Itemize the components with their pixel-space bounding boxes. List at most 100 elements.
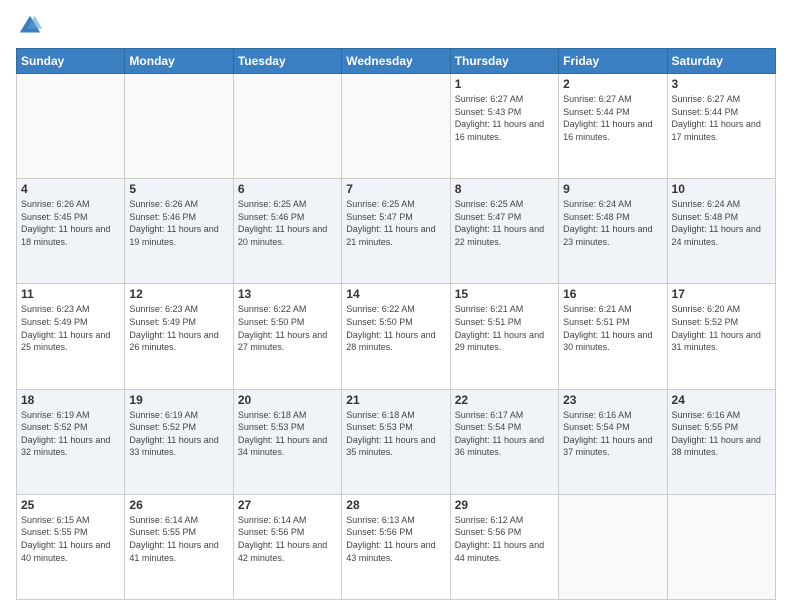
day-number: 8 bbox=[455, 182, 554, 196]
day-info: Sunrise: 6:18 AM Sunset: 5:53 PM Dayligh… bbox=[346, 409, 445, 459]
day-number: 28 bbox=[346, 498, 445, 512]
day-info: Sunrise: 6:23 AM Sunset: 5:49 PM Dayligh… bbox=[129, 303, 228, 353]
calendar-cell: 4 Sunrise: 6:26 AM Sunset: 5:45 PM Daylig… bbox=[17, 179, 125, 284]
calendar-cell: 21 Sunrise: 6:18 AM Sunset: 5:53 PM Dayli… bbox=[342, 389, 450, 494]
day-info: Sunrise: 6:20 AM Sunset: 5:52 PM Dayligh… bbox=[672, 303, 771, 353]
header-row: Sunday Monday Tuesday Wednesday Thursday… bbox=[17, 49, 776, 74]
calendar-header: Sunday Monday Tuesday Wednesday Thursday… bbox=[17, 49, 776, 74]
day-number: 16 bbox=[563, 287, 662, 301]
col-sunday: Sunday bbox=[17, 49, 125, 74]
day-info: Sunrise: 6:25 AM Sunset: 5:47 PM Dayligh… bbox=[346, 198, 445, 248]
day-number: 9 bbox=[563, 182, 662, 196]
day-info: Sunrise: 6:27 AM Sunset: 5:44 PM Dayligh… bbox=[672, 93, 771, 143]
day-number: 29 bbox=[455, 498, 554, 512]
calendar-cell: 6 Sunrise: 6:25 AM Sunset: 5:46 PM Daylig… bbox=[233, 179, 341, 284]
page: Sunday Monday Tuesday Wednesday Thursday… bbox=[0, 0, 792, 612]
day-info: Sunrise: 6:19 AM Sunset: 5:52 PM Dayligh… bbox=[129, 409, 228, 459]
col-saturday: Saturday bbox=[667, 49, 775, 74]
logo bbox=[16, 12, 48, 40]
calendar-cell: 19Sunrise: 6:19 AM Sunset: 5:52 PM Dayli… bbox=[125, 389, 233, 494]
day-info: Sunrise: 6:16 AM Sunset: 5:54 PM Dayligh… bbox=[563, 409, 662, 459]
day-info: Sunrise: 6:12 AM Sunset: 5:56 PM Dayligh… bbox=[455, 514, 554, 564]
calendar-cell: 16 Sunrise: 6:21 AM Sunset: 5:51 PM Dayli… bbox=[559, 284, 667, 389]
day-number: 7 bbox=[346, 182, 445, 196]
calendar-cell bbox=[233, 74, 341, 179]
calendar-cell: 9 Sunrise: 6:24 AM Sunset: 5:48 PM Daylig… bbox=[559, 179, 667, 284]
day-number: 12 bbox=[129, 287, 228, 301]
col-wednesday: Wednesday bbox=[342, 49, 450, 74]
calendar-cell bbox=[667, 494, 775, 599]
calendar-cell: 23 Sunrise: 6:16 AM Sunset: 5:54 PM Dayli… bbox=[559, 389, 667, 494]
day-number: 27 bbox=[238, 498, 337, 512]
col-friday: Friday bbox=[559, 49, 667, 74]
calendar-week-2: 4 Sunrise: 6:26 AM Sunset: 5:45 PM Daylig… bbox=[17, 179, 776, 284]
calendar-cell: 7 Sunrise: 6:25 AM Sunset: 5:47 PM Daylig… bbox=[342, 179, 450, 284]
calendar-cell: 10 Sunrise: 6:24 AM Sunset: 5:48 PM Dayli… bbox=[667, 179, 775, 284]
day-info: Sunrise: 6:21 AM Sunset: 5:51 PM Dayligh… bbox=[455, 303, 554, 353]
day-number: 26 bbox=[129, 498, 228, 512]
day-number: 11 bbox=[21, 287, 120, 301]
day-number: 3 bbox=[672, 77, 771, 91]
calendar-cell: 18 Sunrise: 6:19 AM Sunset: 5:52 PM Dayli… bbox=[17, 389, 125, 494]
calendar-cell: 25Sunrise: 6:15 AM Sunset: 5:55 PM Dayli… bbox=[17, 494, 125, 599]
header bbox=[16, 12, 776, 40]
calendar-cell bbox=[17, 74, 125, 179]
calendar-cell: 28 Sunrise: 6:13 AM Sunset: 5:56 PM Dayli… bbox=[342, 494, 450, 599]
day-number: 21 bbox=[346, 393, 445, 407]
day-info: Sunrise: 6:24 AM Sunset: 5:48 PM Dayligh… bbox=[563, 198, 662, 248]
col-monday: Monday bbox=[125, 49, 233, 74]
calendar-week-3: 11 Sunrise: 6:23 AM Sunset: 5:49 PM Dayli… bbox=[17, 284, 776, 389]
day-info: Sunrise: 6:21 AM Sunset: 5:51 PM Dayligh… bbox=[563, 303, 662, 353]
calendar-week-5: 25Sunrise: 6:15 AM Sunset: 5:55 PM Dayli… bbox=[17, 494, 776, 599]
calendar-cell: 11 Sunrise: 6:23 AM Sunset: 5:49 PM Dayli… bbox=[17, 284, 125, 389]
calendar-cell: 24 Sunrise: 6:16 AM Sunset: 5:55 PM Dayli… bbox=[667, 389, 775, 494]
day-info: Sunrise: 6:22 AM Sunset: 5:50 PM Dayligh… bbox=[238, 303, 337, 353]
day-number: 1 bbox=[455, 77, 554, 91]
calendar-cell: 22 Sunrise: 6:17 AM Sunset: 5:54 PM Dayli… bbox=[450, 389, 558, 494]
calendar-cell: 27 Sunrise: 6:14 AM Sunset: 5:56 PM Dayli… bbox=[233, 494, 341, 599]
day-number: 4 bbox=[21, 182, 120, 196]
col-tuesday: Tuesday bbox=[233, 49, 341, 74]
day-info: Sunrise: 6:14 AM Sunset: 5:56 PM Dayligh… bbox=[238, 514, 337, 564]
calendar-cell: 26 Sunrise: 6:14 AM Sunset: 5:55 PM Dayli… bbox=[125, 494, 233, 599]
day-info: Sunrise: 6:25 AM Sunset: 5:46 PM Dayligh… bbox=[238, 198, 337, 248]
calendar-cell: 15 Sunrise: 6:21 AM Sunset: 5:51 PM Dayli… bbox=[450, 284, 558, 389]
calendar-cell: 17Sunrise: 6:20 AM Sunset: 5:52 PM Dayli… bbox=[667, 284, 775, 389]
day-number: 10 bbox=[672, 182, 771, 196]
day-number: 18 bbox=[21, 393, 120, 407]
calendar-cell bbox=[559, 494, 667, 599]
day-info: Sunrise: 6:13 AM Sunset: 5:56 PM Dayligh… bbox=[346, 514, 445, 564]
day-number: 14 bbox=[346, 287, 445, 301]
calendar-cell: 2 Sunrise: 6:27 AM Sunset: 5:44 PM Daylig… bbox=[559, 74, 667, 179]
calendar-cell: 13 Sunrise: 6:22 AM Sunset: 5:50 PM Dayli… bbox=[233, 284, 341, 389]
day-info: Sunrise: 6:19 AM Sunset: 5:52 PM Dayligh… bbox=[21, 409, 120, 459]
day-info: Sunrise: 6:16 AM Sunset: 5:55 PM Dayligh… bbox=[672, 409, 771, 459]
calendar-cell: 20Sunrise: 6:18 AM Sunset: 5:53 PM Dayli… bbox=[233, 389, 341, 494]
day-info: Sunrise: 6:17 AM Sunset: 5:54 PM Dayligh… bbox=[455, 409, 554, 459]
col-thursday: Thursday bbox=[450, 49, 558, 74]
day-number: 15 bbox=[455, 287, 554, 301]
day-number: 23 bbox=[563, 393, 662, 407]
calendar-cell: 3 Sunrise: 6:27 AM Sunset: 5:44 PM Daylig… bbox=[667, 74, 775, 179]
day-number: 22 bbox=[455, 393, 554, 407]
day-info: Sunrise: 6:18 AM Sunset: 5:53 PM Dayligh… bbox=[238, 409, 337, 459]
day-info: Sunrise: 6:14 AM Sunset: 5:55 PM Dayligh… bbox=[129, 514, 228, 564]
day-number: 6 bbox=[238, 182, 337, 196]
day-info: Sunrise: 6:23 AM Sunset: 5:49 PM Dayligh… bbox=[21, 303, 120, 353]
calendar-cell: 29 Sunrise: 6:12 AM Sunset: 5:56 PM Dayli… bbox=[450, 494, 558, 599]
calendar-table: Sunday Monday Tuesday Wednesday Thursday… bbox=[16, 48, 776, 600]
day-number: 13 bbox=[238, 287, 337, 301]
day-number: 5 bbox=[129, 182, 228, 196]
day-info: Sunrise: 6:24 AM Sunset: 5:48 PM Dayligh… bbox=[672, 198, 771, 248]
calendar-cell: 12 Sunrise: 6:23 AM Sunset: 5:49 PM Dayli… bbox=[125, 284, 233, 389]
day-info: Sunrise: 6:27 AM Sunset: 5:44 PM Dayligh… bbox=[563, 93, 662, 143]
calendar-cell bbox=[342, 74, 450, 179]
calendar-cell bbox=[125, 74, 233, 179]
day-info: Sunrise: 6:26 AM Sunset: 5:45 PM Dayligh… bbox=[21, 198, 120, 248]
calendar-cell: 8Sunrise: 6:25 AM Sunset: 5:47 PM Daylig… bbox=[450, 179, 558, 284]
logo-icon bbox=[16, 12, 44, 40]
day-info: Sunrise: 6:22 AM Sunset: 5:50 PM Dayligh… bbox=[346, 303, 445, 353]
day-number: 24 bbox=[672, 393, 771, 407]
calendar-week-1: 1Sunrise: 6:27 AM Sunset: 5:43 PM Daylig… bbox=[17, 74, 776, 179]
day-number: 2 bbox=[563, 77, 662, 91]
